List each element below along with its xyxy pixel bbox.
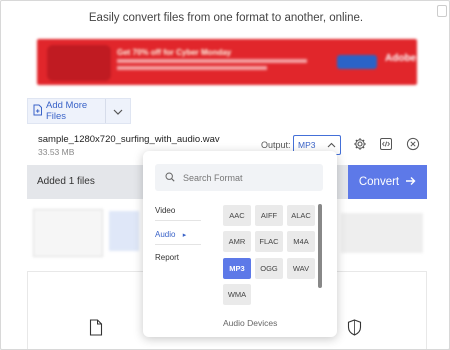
format-aac[interactable]: AAC <box>223 205 251 226</box>
format-ogg[interactable]: OGG <box>255 258 283 279</box>
ad-text-line <box>117 66 267 70</box>
format-search <box>155 164 323 191</box>
file-size: 33.53 MB <box>38 147 75 157</box>
format-wav[interactable]: WAV <box>287 258 315 279</box>
add-files-control: Add More Files <box>27 98 131 124</box>
add-file-icon <box>32 104 43 119</box>
embed-code-button[interactable] <box>378 137 394 156</box>
page-tagline: Easily convert files from one format to … <box>88 12 364 24</box>
chevron-right-icon: ▸ <box>182 232 187 239</box>
format-wma[interactable]: WMA <box>223 284 251 305</box>
app-frame: Easily convert files from one format to … <box>0 0 450 350</box>
close-icon <box>406 137 420 156</box>
add-more-files-label: Add More Files <box>46 100 88 122</box>
convert-button[interactable]: Convert <box>348 165 427 199</box>
ad-image <box>47 45 111 81</box>
add-files-dropdown-button[interactable] <box>104 99 131 123</box>
format-alac[interactable]: ALAC <box>287 205 315 226</box>
search-icon <box>165 169 175 187</box>
search-format-input[interactable] <box>183 172 313 183</box>
shield-icon <box>347 319 362 341</box>
category-divider <box>155 244 201 245</box>
format-dropdown: Video Audio ▸ Report AAC AIFF ALAC AMR F… <box>143 151 337 337</box>
code-icon <box>379 137 393 156</box>
category-divider <box>155 220 201 221</box>
document-icon <box>89 319 103 341</box>
category-report[interactable]: Report <box>155 253 179 262</box>
ad-card <box>33 209 103 257</box>
output-format-value: MP3 <box>298 140 316 150</box>
ad-card-right <box>341 213 423 253</box>
format-amr[interactable]: AMR <box>223 231 251 252</box>
ad-text-line <box>117 59 307 63</box>
ad-banner[interactable]: Get 70% off for Cyber Monday Adobe <box>37 39 417 85</box>
settings-button[interactable] <box>352 137 368 156</box>
gear-icon <box>353 137 367 156</box>
format-aiff[interactable]: AIFF <box>255 205 283 226</box>
format-mp3[interactable]: MP3 <box>223 258 251 279</box>
add-more-files-button[interactable]: Add More Files <box>28 99 105 123</box>
ad-brand-logo: Adobe <box>385 53 417 64</box>
added-files-count: Added 1 files <box>37 176 95 187</box>
output-label: Output: <box>261 140 291 150</box>
chevron-up-icon <box>327 140 336 150</box>
format-m4a[interactable]: M4A <box>287 231 315 252</box>
category-audio[interactable]: Audio ▸ <box>155 230 186 239</box>
audio-devices-section[interactable]: Audio Devices <box>223 318 277 328</box>
format-flac[interactable]: FLAC <box>255 231 283 252</box>
ad-card-text <box>109 211 139 251</box>
chevron-down-icon <box>113 102 123 120</box>
format-list-scrollbar[interactable] <box>318 204 322 288</box>
file-name: sample_1280x720_surfing_with_audio.wav <box>38 134 220 145</box>
category-video[interactable]: Video <box>155 206 175 215</box>
arrow-right-icon <box>405 176 416 189</box>
window-edge <box>437 5 447 17</box>
convert-label: Convert <box>358 176 400 188</box>
ad-headline: Get 70% off for Cyber Monday <box>117 48 232 57</box>
remove-file-button[interactable] <box>405 137 421 156</box>
ad-button[interactable] <box>337 55 377 69</box>
category-audio-label: Audio <box>155 230 176 239</box>
